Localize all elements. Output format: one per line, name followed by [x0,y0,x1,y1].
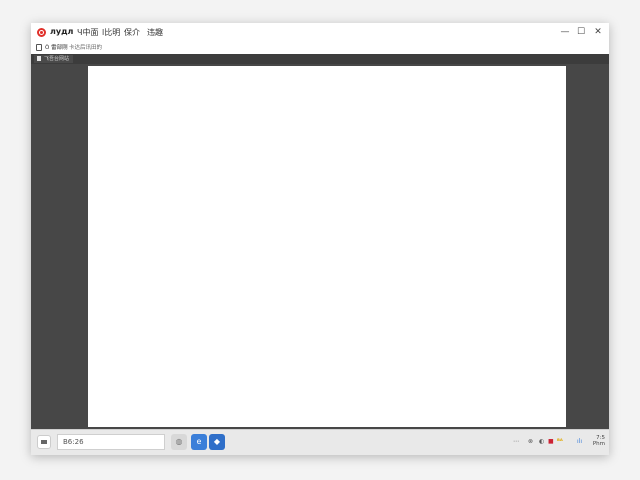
document-page[interactable] [88,66,566,427]
menu-item-2[interactable]: l比明 [102,27,120,38]
menu-item-4[interactable]: 违趣 [147,27,163,38]
taskbar: B6:26 ◍ e ◆ ⋯ ⊗ ◐ ■ ᴮᴬ ılı 7:5 Phm [31,429,609,455]
menu-item-1[interactable]: Ч中面 [77,27,98,38]
clock-date: Phm [592,441,605,447]
tab-document[interactable]: 飞吾台网站 [34,55,74,63]
tab-file-icon [37,56,41,61]
tray-app-icon[interactable]: ■ [548,438,554,445]
tray-status-icon[interactable]: ⊗ [528,438,533,445]
tray-volume-icon[interactable]: ◐ [539,438,544,445]
toolbar-item-1[interactable]: Ȍ 雷部刚 [45,43,68,51]
workspace: 飞吾台网站 [31,54,609,429]
tab-strip: 飞吾台网站 [31,54,609,64]
desktop: лудл Ч中面 l比明 保介 违趣 — ☐ ✕ Ȍ 雷部刚 卡达后讯田的 飞吾… [0,0,640,480]
tray-input-icon[interactable]: ᴮᴬ [557,438,563,445]
maximize-button[interactable]: ☐ [573,26,589,38]
chat-app-icon[interactable]: ◍ [171,434,187,450]
tab-label: 飞吾台网站 [44,56,70,62]
app-title: лудл [50,27,74,36]
start-button[interactable] [37,435,51,449]
tray-network-icon[interactable]: ılı [577,438,582,445]
taskbar-clock[interactable]: 7:5 Phm [587,435,605,447]
menu-item-3[interactable]: 保介 [124,27,140,38]
minimize-button[interactable]: — [557,26,573,38]
taskbar-search-box[interactable]: B6:26 [57,434,165,450]
app-window: лудл Ч中面 l比明 保介 违趣 — ☐ ✕ Ȍ 雷部刚 卡达后讯田的 飞吾… [31,23,609,455]
browser-app-icon[interactable]: e [191,434,207,450]
close-button[interactable]: ✕ [590,26,606,38]
document-icon [36,44,42,51]
tray-overflow-icon[interactable]: ⋯ [513,438,519,445]
toolbar: Ȍ 雷部刚 卡达后讯田的 [31,42,609,54]
toolbar-item-2[interactable]: 卡达后讯田的 [69,43,102,51]
app-logo-icon [37,28,46,37]
store-app-icon[interactable]: ◆ [209,434,225,450]
title-bar: лудл Ч中面 l比明 保介 违趣 — ☐ ✕ [31,23,609,42]
